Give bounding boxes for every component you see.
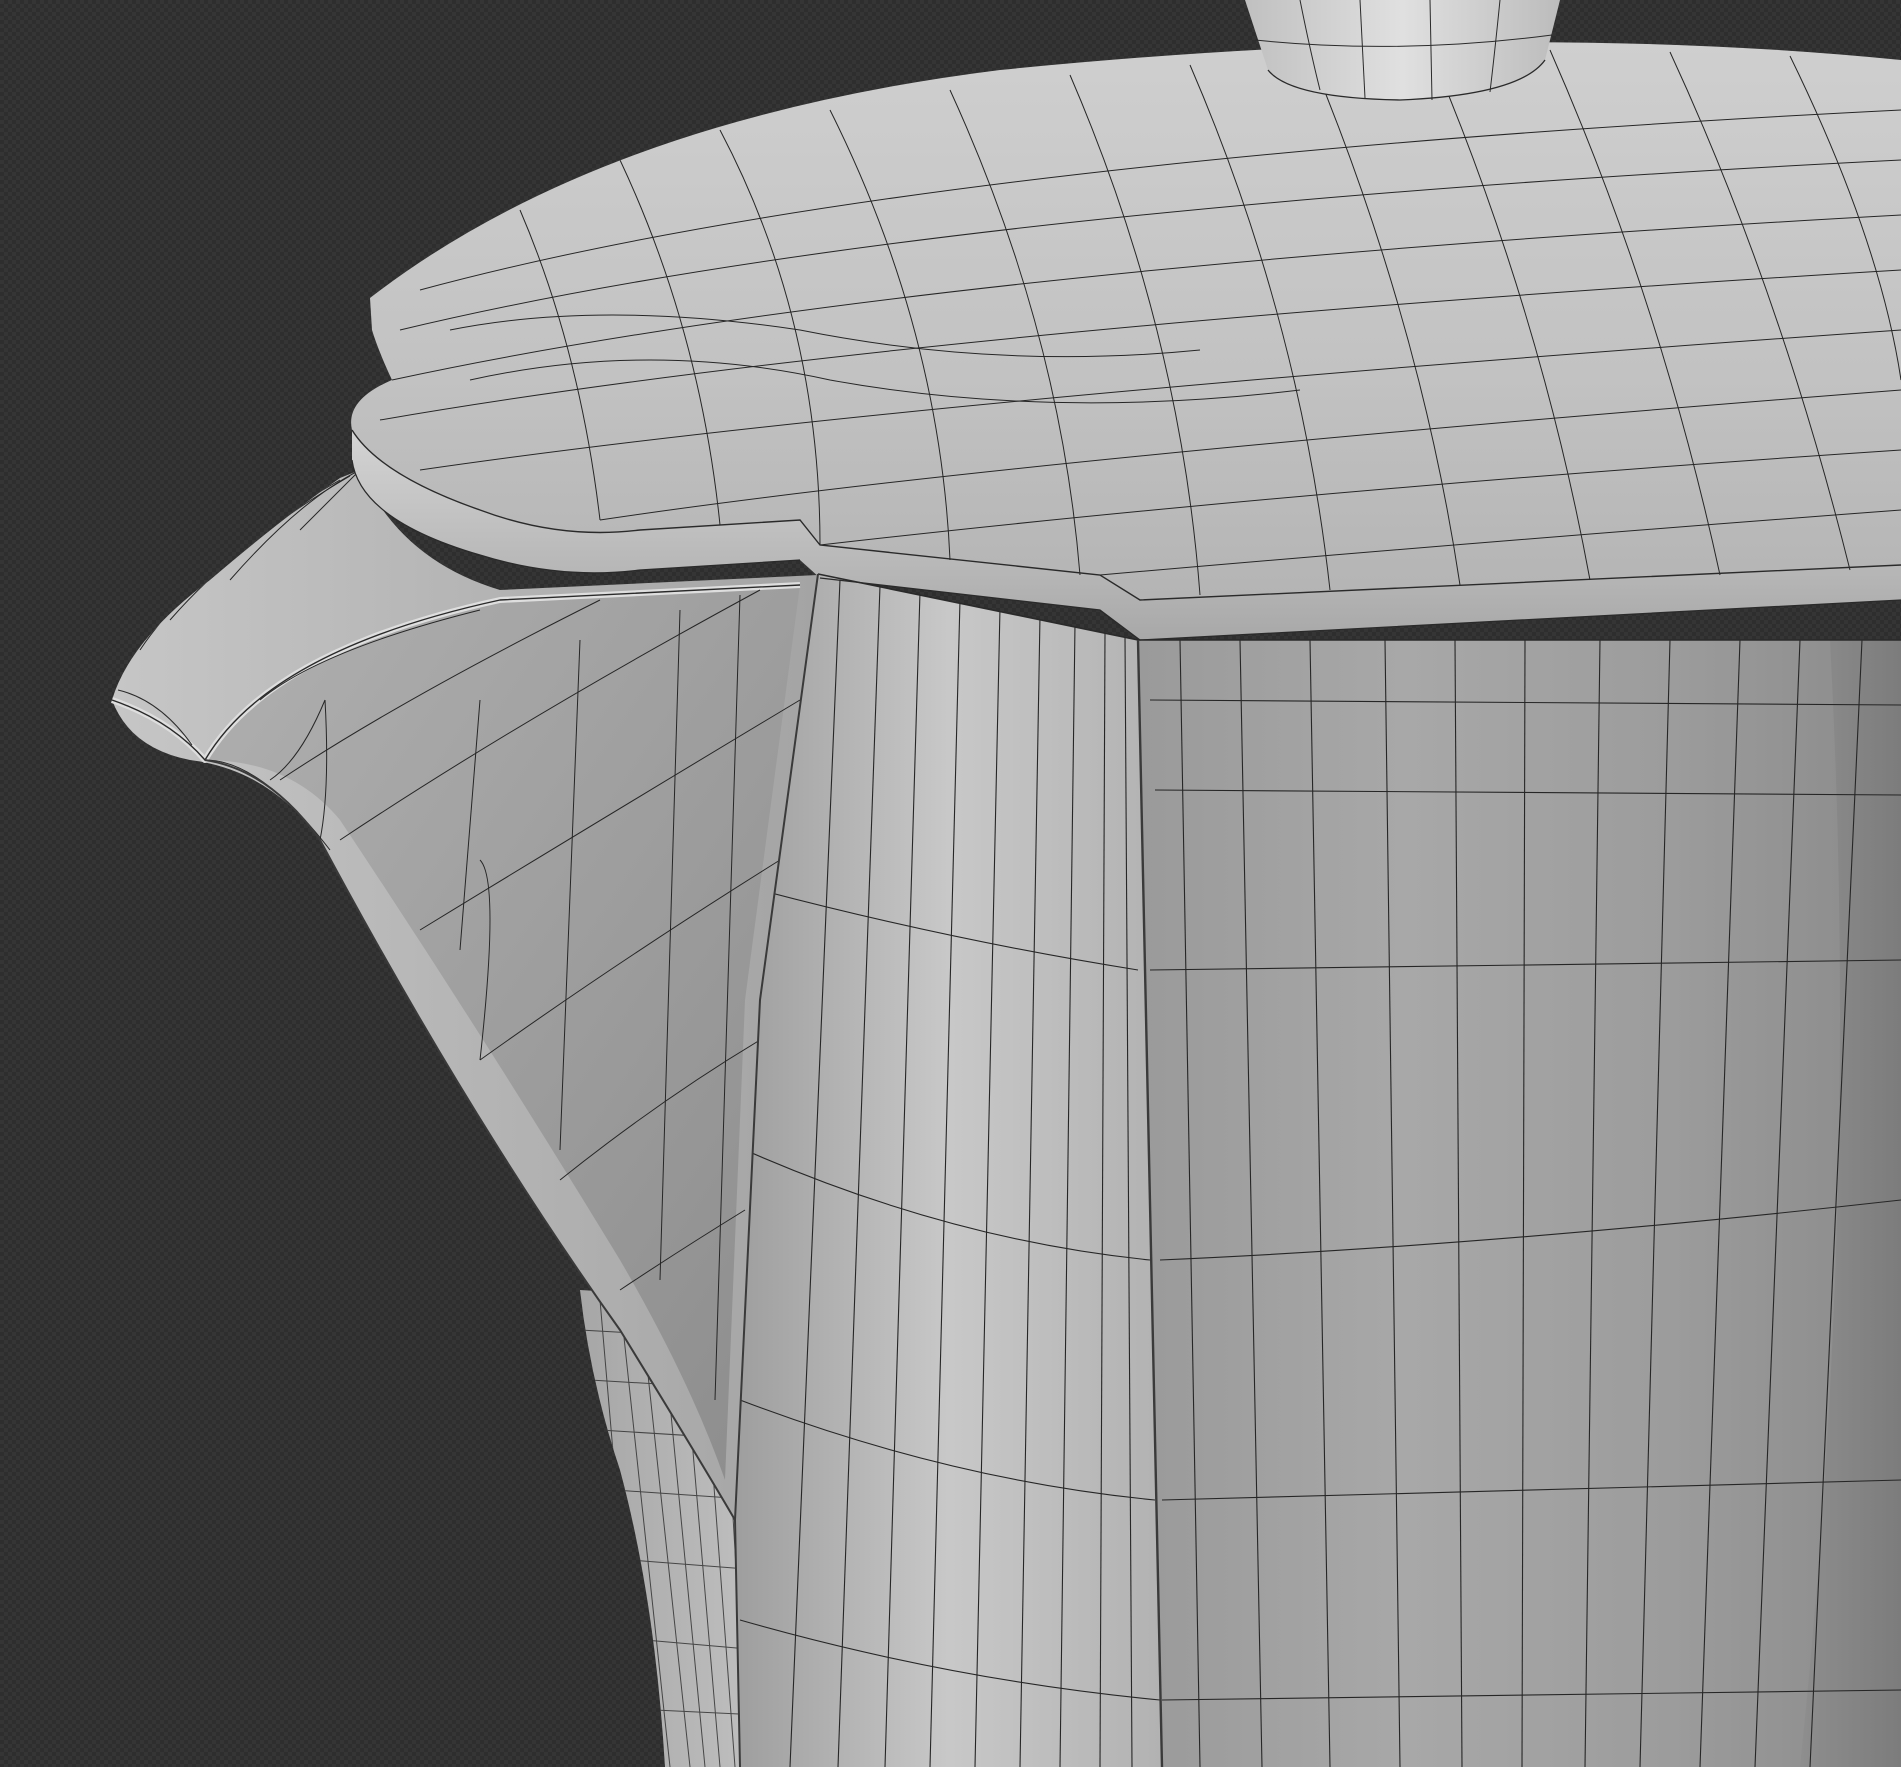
pot-body-side-panel xyxy=(735,574,1162,1767)
viewport[interactable] xyxy=(0,0,1901,1767)
pot-body-front-panel xyxy=(1138,640,1901,1767)
viewport-render[interactable] xyxy=(0,0,1901,1767)
